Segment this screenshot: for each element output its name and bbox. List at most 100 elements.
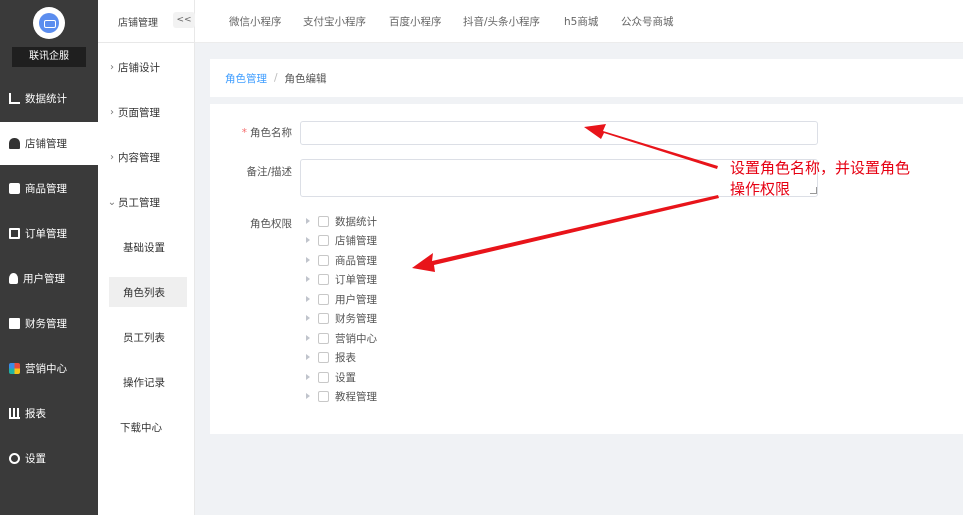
user-icon — [9, 273, 18, 284]
submenu-staff-list[interactable]: 员工列表 — [109, 322, 187, 352]
required-mark: * — [241, 127, 247, 139]
collapse-button[interactable]: << — [173, 12, 195, 28]
breadcrumb-current: 角色编辑 — [284, 72, 327, 85]
annotation-text: 设置角色名称，并设置角色操作权限 — [730, 159, 911, 198]
perm-tree-node[interactable]: 财务管理 — [306, 310, 377, 326]
perm-label: 教程管理 — [335, 390, 377, 403]
sidebar-item-label: 设置 — [25, 453, 46, 465]
main-sidebar: 联讯企服 数据统计 店铺管理 商品管理 订单管理 用户管理 财务管理 营销中心 … — [0, 0, 98, 515]
sub-menu-title: 店铺管理 — [118, 18, 158, 29]
breadcrumb-role-manage[interactable]: 角色管理 — [225, 71, 267, 86]
caret-right-icon[interactable] — [306, 315, 310, 321]
checkbox[interactable] — [318, 215, 329, 227]
caret-right-icon[interactable] — [306, 276, 310, 282]
role-desc-label: 备注/描述 — [246, 166, 292, 178]
perm-tree-node[interactable]: 店铺管理 — [306, 232, 377, 248]
perm-label: 店铺管理 — [335, 234, 377, 247]
submenu-operation-log[interactable]: 操作记录 — [109, 367, 187, 397]
tab-douyin-mini[interactable]: 抖音/头条小程序 — [463, 14, 540, 29]
submenu-label: 页面管理 — [118, 106, 160, 119]
caret-right-icon[interactable] — [306, 218, 310, 224]
sidebar-item-goods[interactable]: 商品管理 — [0, 167, 98, 210]
submenu-basic-settings[interactable]: 基础设置 — [109, 232, 187, 262]
sidebar-item-settings[interactable]: 设置 — [0, 437, 98, 480]
sidebar-item-label: 店铺管理 — [25, 138, 67, 150]
perm-label: 数据统计 — [335, 215, 377, 228]
sidebar-item-finance[interactable]: 财务管理 — [0, 302, 98, 345]
submenu-role-list[interactable]: 角色列表 — [109, 277, 187, 307]
perm-tree-node[interactable]: 教程管理 — [306, 388, 377, 404]
checkbox[interactable] — [318, 254, 329, 266]
breadcrumb: 角色管理 / 角色编辑 — [210, 59, 963, 97]
settings-icon — [9, 453, 20, 464]
sub-menu: 店铺管理 << › 店铺设计 › 页面管理 › 内容管理 ⌄ 员工管理 基础设置… — [98, 0, 195, 515]
perm-label: 营销中心 — [335, 332, 377, 345]
sidebar-item-report[interactable]: 报表 — [0, 392, 98, 435]
perm-label: 设置 — [335, 371, 356, 384]
tab-wechat-mini[interactable]: 微信小程序 — [229, 14, 282, 29]
submenu-download-center[interactable]: 下载中心 — [98, 412, 195, 442]
caret-right-icon[interactable] — [306, 354, 310, 360]
perm-tree-node[interactable]: 用户管理 — [306, 291, 377, 307]
brand-logo-icon[interactable] — [33, 7, 65, 39]
submenu-label: 员工管理 — [118, 196, 160, 209]
perm-tree-node[interactable]: 订单管理 — [306, 271, 377, 287]
chevron-right-icon: › — [110, 151, 114, 163]
perm-tree-node[interactable]: 营销中心 — [306, 330, 377, 346]
submenu-page-manage[interactable]: › 页面管理 — [98, 97, 195, 127]
sidebar-item-label: 商品管理 — [25, 183, 67, 195]
checkbox[interactable] — [318, 390, 329, 402]
submenu-label: 店铺设计 — [118, 61, 160, 74]
role-name-input[interactable] — [300, 121, 818, 145]
breadcrumb-separator: / — [274, 72, 278, 84]
role-edit-form: * 角色名称 备注/描述 角色权限 数据统计 店铺管理 商品管理 订单管理 用户管… — [210, 104, 963, 434]
sidebar-item-label: 营销中心 — [25, 363, 67, 375]
caret-right-icon[interactable] — [306, 296, 310, 302]
caret-right-icon[interactable] — [306, 335, 310, 341]
sidebar-item-users[interactable]: 用户管理 — [0, 257, 98, 300]
sidebar-item-marketing[interactable]: 营销中心 — [0, 347, 98, 390]
perm-label: 用户管理 — [335, 293, 377, 306]
caret-right-icon[interactable] — [306, 237, 310, 243]
perm-label: 订单管理 — [335, 273, 377, 286]
caret-right-icon[interactable] — [306, 393, 310, 399]
submenu-content-manage[interactable]: › 内容管理 — [98, 142, 195, 172]
checkbox[interactable] — [318, 273, 329, 285]
sidebar-item-store[interactable]: 店铺管理 — [0, 122, 98, 165]
caret-right-icon[interactable] — [306, 374, 310, 380]
goods-icon — [9, 183, 20, 194]
perm-tree-node[interactable]: 数据统计 — [306, 213, 377, 229]
sidebar-item-stats[interactable]: 数据统计 — [0, 77, 98, 120]
checkbox[interactable] — [318, 332, 329, 344]
checkbox[interactable] — [318, 293, 329, 305]
tab-alipay-mini[interactable]: 支付宝小程序 — [303, 14, 366, 29]
report-icon — [9, 408, 20, 419]
checkbox[interactable] — [318, 371, 329, 383]
order-icon — [9, 228, 20, 239]
caret-right-icon[interactable] — [306, 257, 310, 263]
checkbox[interactable] — [318, 312, 329, 324]
chart-icon — [9, 93, 20, 104]
tab-baidu-mini[interactable]: 百度小程序 — [389, 14, 442, 29]
tab-official-account-mall[interactable]: 公众号商城 — [621, 14, 674, 29]
perm-label: 财务管理 — [335, 312, 377, 325]
checkbox[interactable] — [318, 351, 329, 363]
perm-tree-node[interactable]: 商品管理 — [306, 252, 377, 268]
chevron-right-icon: › — [110, 106, 114, 118]
submenu-staff-manage[interactable]: ⌄ 员工管理 — [98, 187, 195, 217]
checkbox[interactable] — [318, 234, 329, 246]
perm-tree-node[interactable]: 报表 — [306, 349, 356, 365]
perm-label: 报表 — [335, 351, 356, 364]
brand-name[interactable]: 联讯企服 — [12, 47, 86, 67]
sub-menu-header: 店铺管理 << — [98, 0, 195, 43]
marketing-icon — [9, 363, 20, 374]
perm-tree-node[interactable]: 设置 — [306, 369, 356, 385]
sidebar-item-orders[interactable]: 订单管理 — [0, 212, 98, 255]
chevron-down-icon: ⌄ — [107, 196, 117, 208]
top-tabs-bar: 微信小程序 支付宝小程序 百度小程序 抖音/头条小程序 h5商城 公众号商城 — [195, 0, 963, 43]
sidebar-item-label: 报表 — [25, 408, 46, 420]
tab-h5-mall[interactable]: h5商城 — [564, 14, 598, 29]
perm-label: 商品管理 — [335, 254, 377, 267]
submenu-store-design[interactable]: › 店铺设计 — [98, 52, 195, 82]
store-icon — [9, 138, 20, 149]
